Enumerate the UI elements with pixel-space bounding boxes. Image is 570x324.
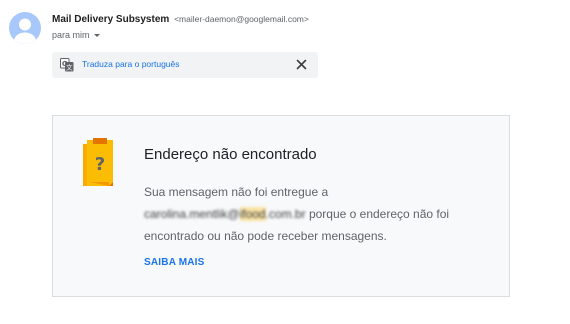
sender-avatar[interactable] [9,12,41,44]
translate-icon: G 文 [60,58,74,72]
person-icon [14,18,36,44]
svg-text:文: 文 [66,63,73,72]
sender-email: <mailer-daemon@googlemail.com> [174,14,309,24]
email-domain-highlight: ifood [239,207,266,221]
sender-line: Mail Delivery Subsystem <mailer-daemon@g… [52,14,309,25]
recipient-details-toggle[interactable]: para mim [52,30,100,40]
card-message: Sua mensagem não foi entregue a carolina… [144,181,474,247]
bounce-notice-card: ? Endereço não encontrado Sua mensagem n… [52,115,510,297]
translate-bar: G 文 Traduza para o português [52,52,318,78]
svg-text:?: ? [95,154,105,175]
recipient-label: para mim [52,30,90,40]
email-view: Mail Delivery Subsystem <mailer-daemon@g… [0,0,570,324]
card-title: Endereço não encontrado [144,146,317,163]
redacted-recipient-email: carolina.mentlik@ifood.com.br [144,207,306,221]
close-icon[interactable] [295,58,308,71]
translate-link[interactable]: Traduza para o português [82,59,180,69]
email-domain-rest: .com.br [265,207,306,221]
email-user: carolina.mentlik@ [144,207,240,221]
chevron-down-icon [93,34,100,37]
learn-more-link[interactable]: SAIBA MAIS [144,257,205,268]
document-question-icon: ? [83,138,113,186]
message-prefix: Sua mensagem não foi entregue a [144,185,329,199]
sender-name[interactable]: Mail Delivery Subsystem [52,14,169,25]
